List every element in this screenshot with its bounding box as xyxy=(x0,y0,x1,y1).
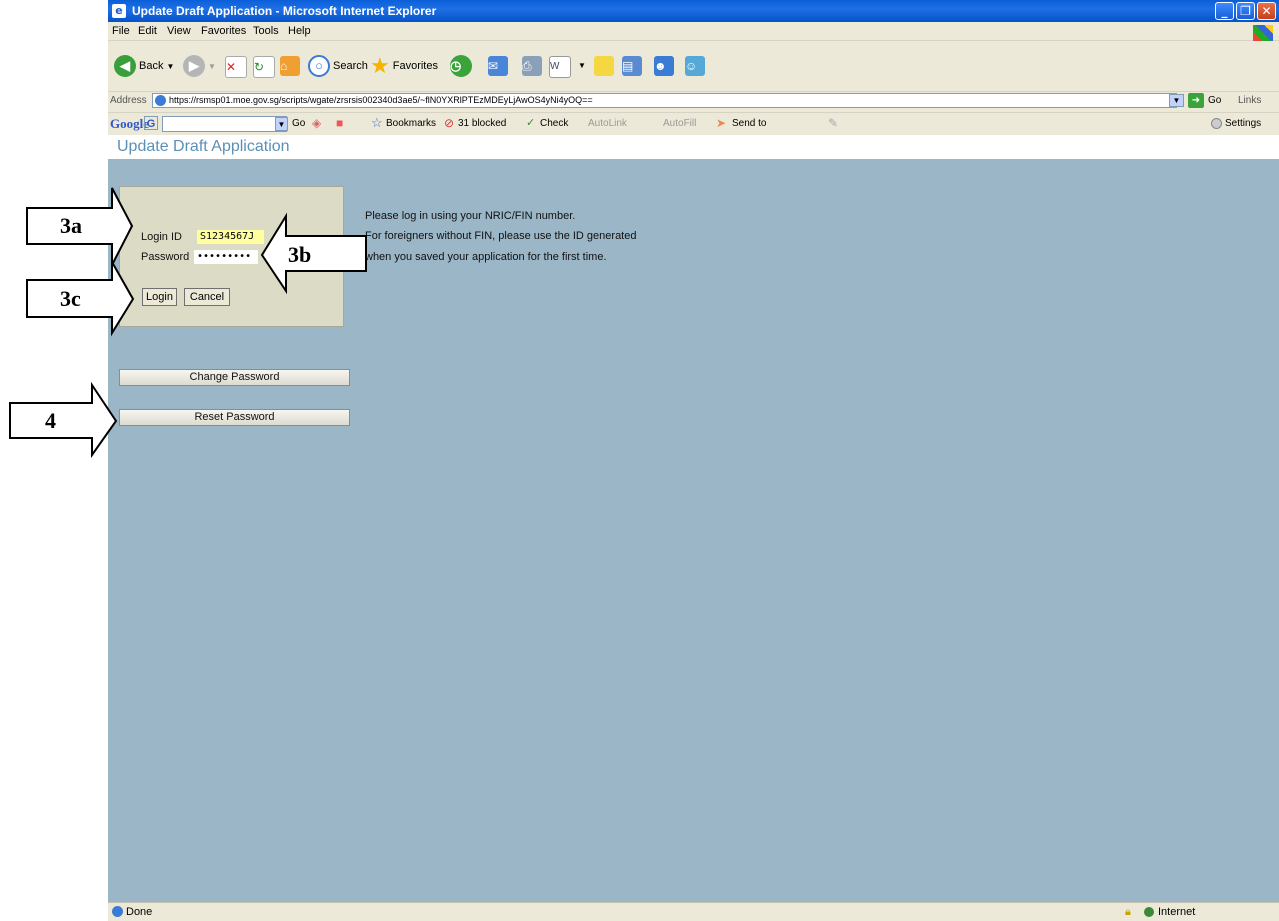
callout-label-3b: 3b xyxy=(288,242,312,267)
callout-label-4: 4 xyxy=(45,408,56,433)
callout-arrow-3b xyxy=(260,212,367,295)
callout-label-3c: 3c xyxy=(60,286,81,311)
callout-label-3a: 3a xyxy=(60,213,82,238)
annotation-layer xyxy=(9,187,367,459)
callout-arrow-4 xyxy=(9,381,118,459)
